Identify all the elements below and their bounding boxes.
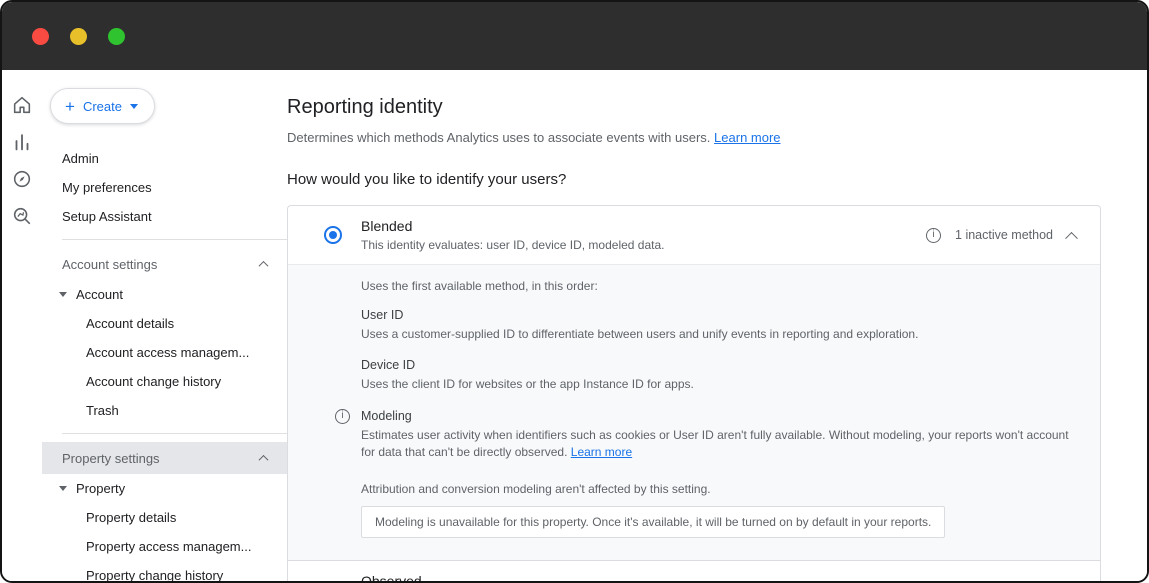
page-subtitle-text: Determines which methods Analytics uses … <box>287 130 710 145</box>
method-modeling: i Modeling Estimates user activity when … <box>361 409 1076 462</box>
chevron-up-icon <box>259 260 269 270</box>
sidebar-group-account-label: Account <box>76 287 123 302</box>
sidebar-item-account-details[interactable]: Account details <box>42 309 287 338</box>
reports-icon[interactable] <box>11 131 33 153</box>
nav-rail <box>2 70 42 583</box>
create-button[interactable]: + Create <box>50 88 155 124</box>
close-button[interactable] <box>32 28 49 45</box>
sidebar: + Create Admin My preferences Setup Assi… <box>42 70 287 583</box>
method-modeling-name: Modeling <box>361 409 1076 423</box>
inactive-method-badge: 1 inactive method <box>955 228 1053 242</box>
method-device-id-description: Uses the client ID for websites or the a… <box>361 376 1076 393</box>
app-body: + Create Admin My preferences Setup Assi… <box>2 70 1147 583</box>
sidebar-item-admin[interactable]: Admin <box>42 144 287 173</box>
sidebar-item-account-change-history[interactable]: Account change history <box>42 367 287 396</box>
method-user-id-description: Uses a customer-supplied ID to different… <box>361 326 1076 343</box>
observed-texts: Observed This identity evaluates: user I… <box>361 573 585 583</box>
blended-details: Uses the first available method, in this… <box>288 264 1100 560</box>
arrow-drop-down-icon <box>59 292 67 297</box>
details-intro: Uses the first available method, in this… <box>361 279 1076 293</box>
chevron-up-icon <box>259 454 269 464</box>
sidebar-item-setup-assistant[interactable]: Setup Assistant <box>42 202 287 231</box>
identify-users-question: How would you like to identify your user… <box>287 171 1101 188</box>
blended-texts: Blended This identity evaluates: user ID… <box>361 218 665 252</box>
minimize-button[interactable] <box>70 28 87 45</box>
method-modeling-description-text: Estimates user activity when identifiers… <box>361 428 1069 459</box>
sidebar-divider <box>62 433 287 434</box>
main-content: Reporting identity Determines which meth… <box>287 70 1147 583</box>
observed-label: Observed <box>361 573 585 583</box>
sidebar-item-trash[interactable]: Trash <box>42 396 287 425</box>
method-device-id: Device ID Uses the client ID for website… <box>361 358 1076 393</box>
maximize-button[interactable] <box>108 28 125 45</box>
home-icon[interactable] <box>11 94 33 116</box>
info-icon: i <box>926 228 941 243</box>
info-icon: i <box>335 409 350 424</box>
titlebar <box>2 2 1147 70</box>
collapse-chevron-up-icon[interactable] <box>1065 231 1078 244</box>
method-user-id-name: User ID <box>361 308 1076 322</box>
method-modeling-description: Estimates user activity when identifiers… <box>361 427 1076 462</box>
blended-radio[interactable] <box>324 226 342 244</box>
blended-option-header[interactable]: Blended This identity evaluates: user ID… <box>288 206 1100 264</box>
modeling-unavailable-notice: Modeling is unavailable for this propert… <box>361 506 945 538</box>
plus-icon: + <box>65 98 75 115</box>
section-account-settings-label: Account settings <box>62 257 157 272</box>
sidebar-item-account-access-management[interactable]: Account access managem... <box>42 338 287 367</box>
blended-header-right: i 1 inactive method <box>926 228 1076 243</box>
section-property-settings-label: Property settings <box>62 451 160 466</box>
sidebar-item-my-preferences[interactable]: My preferences <box>42 173 287 202</box>
method-device-id-name: Device ID <box>361 358 1076 372</box>
section-property-settings[interactable]: Property settings <box>42 442 287 474</box>
page-subtitle: Determines which methods Analytics uses … <box>287 130 1101 145</box>
sidebar-item-property-details[interactable]: Property details <box>42 503 287 532</box>
attribution-note: Attribution and conversion modeling aren… <box>361 482 1076 496</box>
create-label: Create <box>83 99 122 114</box>
observed-option-header[interactable]: Observed This identity evaluates: user I… <box>288 560 1100 583</box>
modeling-learn-more-link[interactable]: Learn more <box>571 445 632 459</box>
app-window: + Create Admin My preferences Setup Assi… <box>0 0 1149 583</box>
arrow-drop-down-icon <box>59 486 67 491</box>
reporting-identity-card: Blended This identity evaluates: user ID… <box>287 205 1101 583</box>
learn-more-link[interactable]: Learn more <box>714 130 780 145</box>
sidebar-group-property[interactable]: Property <box>42 474 287 503</box>
blended-description: This identity evaluates: user ID, device… <box>361 238 665 252</box>
sidebar-item-property-access-management[interactable]: Property access managem... <box>42 532 287 561</box>
page-title: Reporting identity <box>287 96 1101 119</box>
sidebar-group-account[interactable]: Account <box>42 280 287 309</box>
blended-label: Blended <box>361 218 665 234</box>
chevron-down-icon <box>130 104 138 109</box>
section-account-settings[interactable]: Account settings <box>42 248 287 280</box>
method-user-id: User ID Uses a customer-supplied ID to d… <box>361 308 1076 343</box>
advertising-icon[interactable] <box>11 205 33 227</box>
sidebar-item-property-change-history[interactable]: Property change history <box>42 561 287 583</box>
sidebar-divider <box>62 239 287 240</box>
sidebar-group-property-label: Property <box>76 481 125 496</box>
explore-icon[interactable] <box>11 168 33 190</box>
